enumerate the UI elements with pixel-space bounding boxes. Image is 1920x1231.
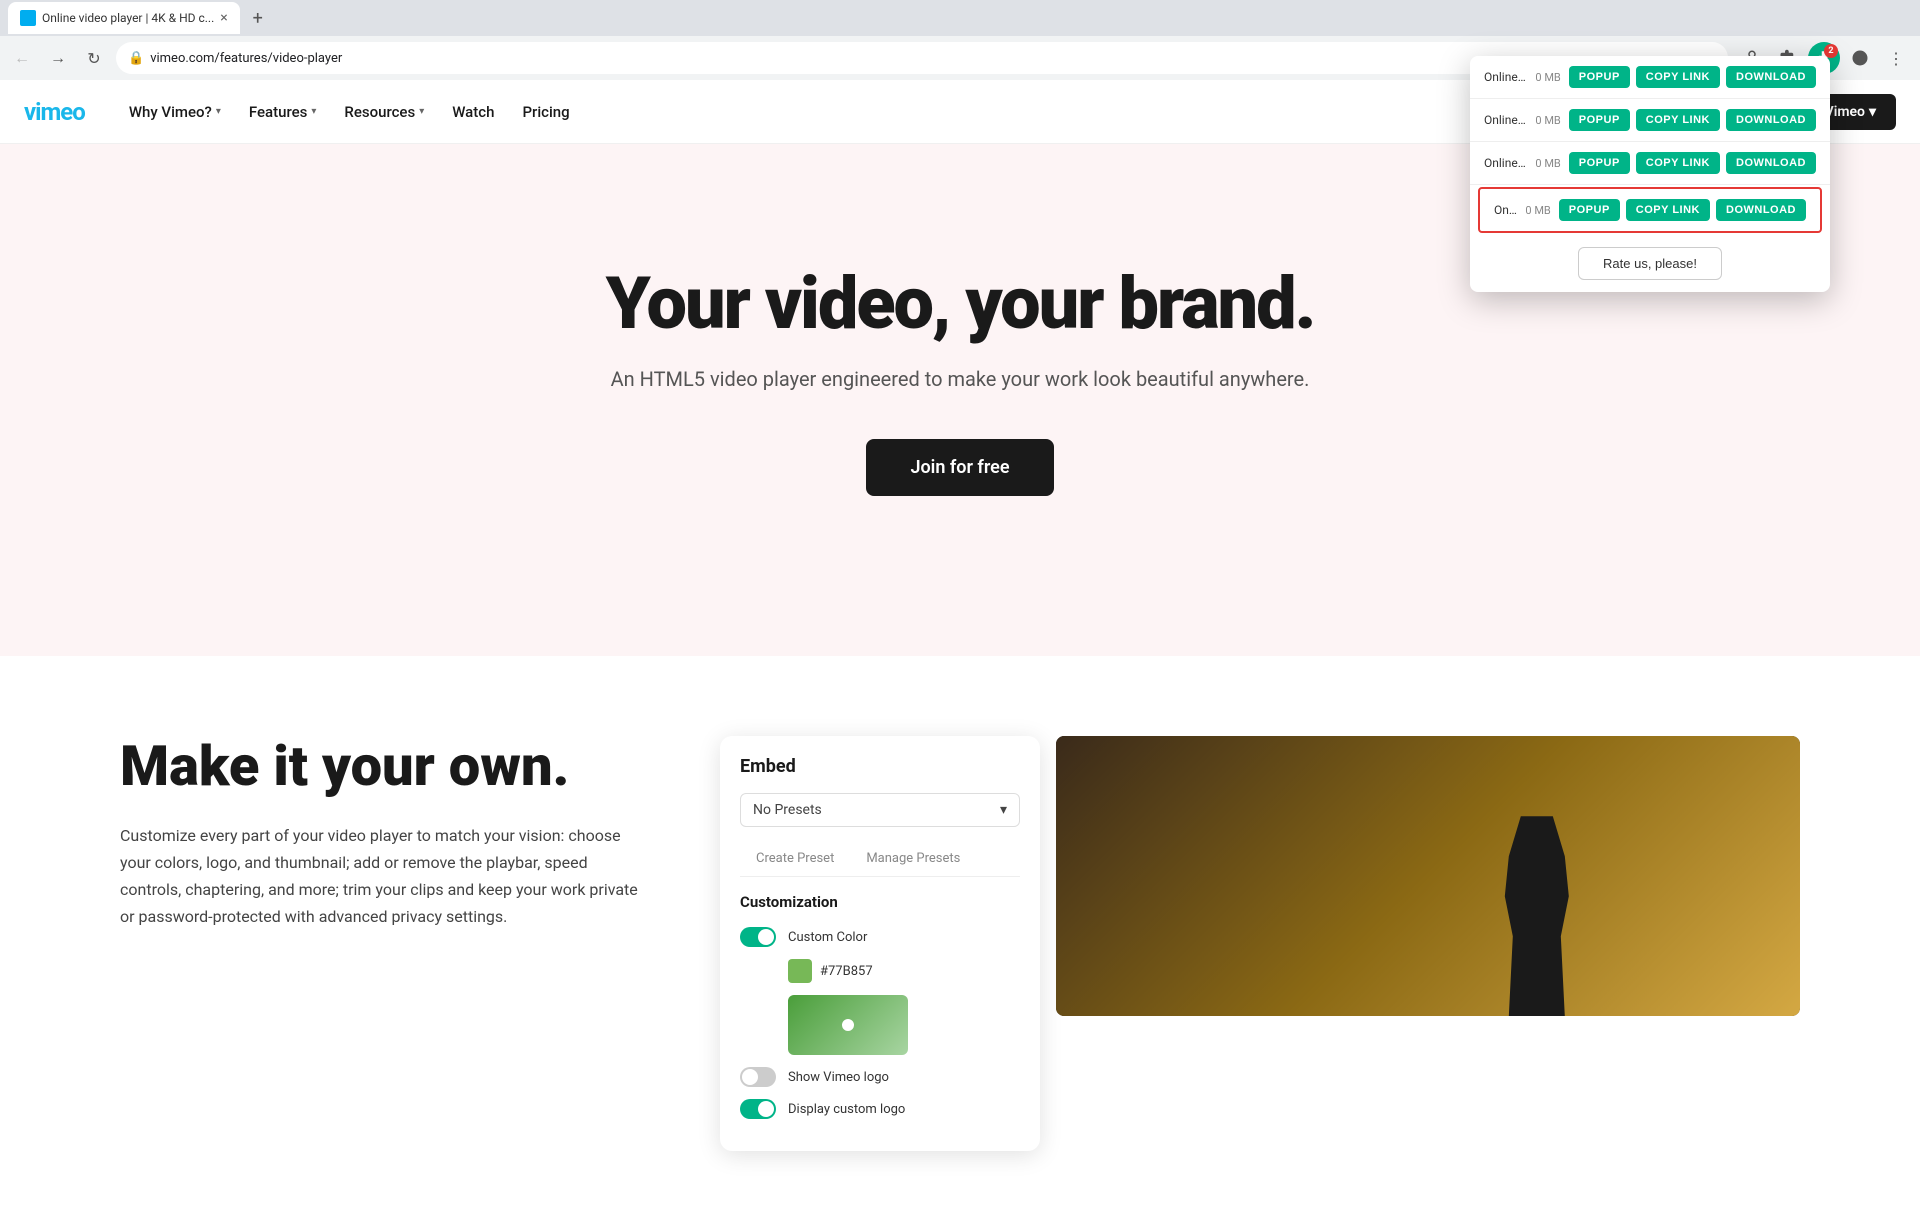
- popup-filesize-2: 0 MB: [1535, 114, 1560, 127]
- forward-button[interactable]: →: [44, 44, 72, 72]
- copy-link-btn-3[interactable]: COPY LINK: [1636, 152, 1720, 174]
- section-title: Make it your own.: [120, 736, 640, 798]
- popup-filename-2: Online video player 4K HD quality HTML5 …: [1484, 113, 1527, 127]
- popup-row-1: Online video player 4K HD quality HTML5 …: [1470, 56, 1830, 99]
- vimeo-logo-row: Show Vimeo logo: [740, 1067, 1020, 1087]
- popup-file-header-4: Online video player 4K HD quality HTML5 …: [1494, 203, 1551, 217]
- popup-file-header-1: Online video player 4K HD quality HTML5 …: [1484, 70, 1561, 84]
- popup-btn-3[interactable]: POPUP: [1569, 152, 1630, 174]
- video-thumbnail: [1056, 736, 1800, 1016]
- custom-logo-row: Display custom logo: [740, 1099, 1020, 1119]
- color-picker-dot: [842, 1019, 854, 1031]
- chevron-icon: ▾: [216, 106, 221, 117]
- popup-filesize-1: 0 MB: [1535, 71, 1560, 84]
- popup-actions-4: POPUP COPY LINK DOWNLOAD: [1559, 199, 1806, 221]
- customization-title: Customization: [740, 893, 1020, 911]
- video-image: [1056, 736, 1800, 1016]
- color-value: #77B857: [820, 964, 873, 979]
- hero-title: Your video, your brand.: [606, 264, 1315, 343]
- account-icon-btn[interactable]: [1844, 42, 1876, 74]
- vimeo-logo-label: Show Vimeo logo: [788, 1070, 889, 1085]
- tab-favicon: [20, 10, 36, 26]
- popup-file-info-4: Online video player 4K HD quality HTML5 …: [1494, 203, 1551, 217]
- download-popup: Online video player 4K HD quality HTML5 …: [1470, 56, 1830, 292]
- popup-filename-1: Online video player 4K HD quality HTML5 …: [1484, 70, 1527, 84]
- tab-create-preset[interactable]: Create Preset: [740, 843, 850, 876]
- popup-actions-3: POPUP COPY LINK DOWNLOAD: [1569, 152, 1816, 174]
- custom-color-toggle[interactable]: [740, 927, 776, 947]
- embed-tabs: Create Preset Manage Presets: [740, 843, 1020, 877]
- chevron-icon: ▾: [419, 106, 424, 117]
- popup-filesize-3: 0 MB: [1535, 157, 1560, 170]
- download-btn-1[interactable]: DOWNLOAD: [1726, 66, 1816, 88]
- popup-file-info-3: Online video player 4K HD quality HTML5 …: [1484, 156, 1561, 170]
- embed-panel: Embed No Presets ▾ Create Preset Manage …: [720, 736, 1040, 1151]
- custom-color-row: Custom Color: [740, 927, 1020, 947]
- nav-resources[interactable]: Resources ▾: [332, 95, 436, 129]
- popup-actions-1: POPUP COPY LINK DOWNLOAD: [1569, 66, 1816, 88]
- custom-color-label: Custom Color: [788, 930, 867, 945]
- custom-logo-label: Display custom logo: [788, 1102, 905, 1117]
- second-section: Make it your own. Customize every part o…: [0, 656, 1920, 1231]
- chevron-icon: ▾: [311, 106, 316, 117]
- vimeo-logo[interactable]: vimeo: [24, 98, 85, 126]
- refresh-button[interactable]: ↻: [80, 44, 108, 72]
- custom-logo-toggle[interactable]: [740, 1099, 776, 1119]
- download-btn-2[interactable]: DOWNLOAD: [1726, 109, 1816, 131]
- video-person-silhouette: [1497, 816, 1577, 1016]
- popup-btn-2[interactable]: POPUP: [1569, 109, 1630, 131]
- nav-watch[interactable]: Watch: [440, 95, 506, 129]
- embed-preset-select[interactable]: No Presets ▾: [740, 793, 1020, 827]
- popup-btn-1[interactable]: POPUP: [1569, 66, 1630, 88]
- popup-filename-3: Online video player 4K HD quality HTML5 …: [1484, 156, 1527, 170]
- lock-icon: 🔒: [128, 51, 144, 66]
- popup-rate-row: Rate us, please!: [1470, 235, 1830, 292]
- new-tab-button[interactable]: +: [244, 4, 272, 32]
- copy-link-btn-4[interactable]: COPY LINK: [1626, 199, 1710, 221]
- tab-manage-presets[interactable]: Manage Presets: [850, 843, 976, 876]
- tab-bar: Online video player | 4K & HD c... × +: [0, 0, 1920, 36]
- popup-btn-4[interactable]: POPUP: [1559, 199, 1620, 221]
- popup-file-header-2: Online video player 4K HD quality HTML5 …: [1484, 113, 1561, 127]
- hero-subtitle: An HTML5 video player engineered to make…: [611, 367, 1310, 391]
- section-description: Customize every part of your video playe…: [120, 822, 640, 931]
- join-for-free-button[interactable]: Join for free: [866, 439, 1053, 496]
- nav-why-vimeo[interactable]: Why Vimeo? ▾: [117, 95, 233, 129]
- nav-pricing[interactable]: Pricing: [510, 95, 581, 129]
- popup-file-info-2: Online video player 4K HD quality HTML5 …: [1484, 113, 1561, 127]
- popup-row-4: Online video player 4K HD quality HTML5 …: [1478, 187, 1822, 233]
- second-visual: Embed No Presets ▾ Create Preset Manage …: [720, 736, 1800, 1151]
- embed-panel-title: Embed: [740, 756, 1020, 777]
- menu-icon-btn[interactable]: ⋮: [1880, 42, 1912, 74]
- color-picker-preview[interactable]: [788, 995, 908, 1055]
- nav-features[interactable]: Features ▾: [237, 95, 329, 129]
- popup-row-3: Online video player 4K HD quality HTML5 …: [1470, 142, 1830, 185]
- color-swatch-row: #77B857: [788, 959, 1020, 983]
- popup-actions-2: POPUP COPY LINK DOWNLOAD: [1569, 109, 1816, 131]
- tab-title: Online video player | 4K & HD c...: [42, 11, 214, 25]
- second-text: Make it your own. Customize every part o…: [120, 736, 640, 930]
- back-button[interactable]: ←: [8, 44, 36, 72]
- browser-tab[interactable]: Online video player | 4K & HD c... ×: [8, 2, 240, 34]
- tab-close-icon[interactable]: ×: [220, 10, 227, 26]
- download-btn-3[interactable]: DOWNLOAD: [1726, 152, 1816, 174]
- download-btn-4[interactable]: DOWNLOAD: [1716, 199, 1806, 221]
- rate-us-button[interactable]: Rate us, please!: [1578, 247, 1722, 280]
- popup-row-2: Online video player 4K HD quality HTML5 …: [1470, 99, 1830, 142]
- download-badge: 2: [1824, 44, 1838, 58]
- popup-filename-4: Online video player 4K HD quality HTML5 …: [1494, 203, 1517, 217]
- popup-filesize-4: 0 MB: [1525, 204, 1550, 217]
- vimeo-logo-toggle[interactable]: [740, 1067, 776, 1087]
- nav-links: Why Vimeo? ▾ Features ▾ Resources ▾ Watc…: [117, 95, 1706, 129]
- popup-file-header-3: Online video player 4K HD quality HTML5 …: [1484, 156, 1561, 170]
- color-swatch[interactable]: [788, 959, 812, 983]
- copy-link-btn-1[interactable]: COPY LINK: [1636, 66, 1720, 88]
- copy-link-btn-2[interactable]: COPY LINK: [1636, 109, 1720, 131]
- popup-file-info-1: Online video player 4K HD quality HTML5 …: [1484, 70, 1561, 84]
